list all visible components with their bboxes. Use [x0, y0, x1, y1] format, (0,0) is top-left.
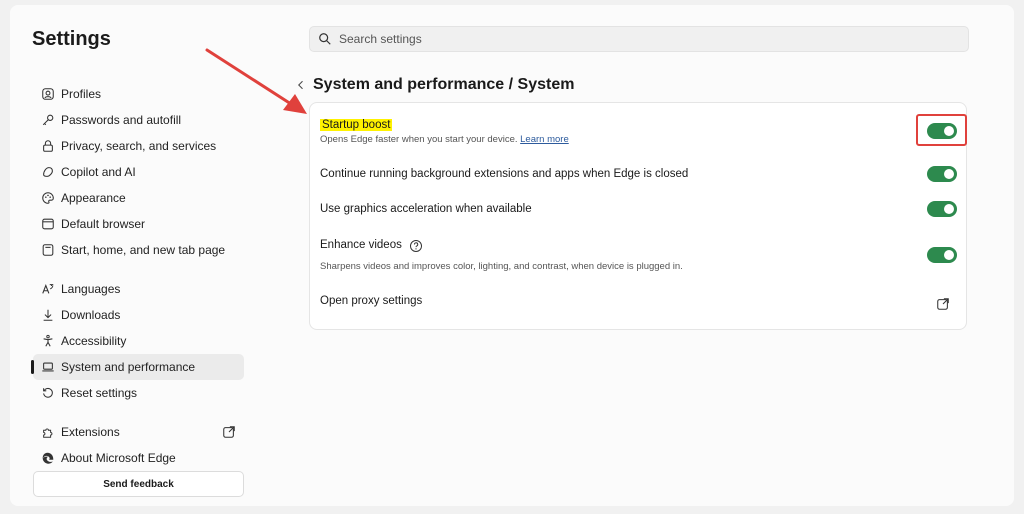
sidebar-item-privacy[interactable]: Privacy, search, and services: [33, 133, 244, 159]
download-icon: [41, 308, 55, 322]
graphics-acceleration-toggle[interactable]: [927, 201, 957, 217]
setting-label-startup-boost: Startup boost: [320, 119, 393, 131]
languages-icon: [41, 282, 55, 296]
setting-row-graphics-acceleration: Use graphics acceleration when available: [310, 191, 966, 227]
learn-more-link[interactable]: Learn more: [520, 134, 569, 145]
setting-label: Enhance videos: [320, 239, 402, 251]
sidebar-item-about[interactable]: About Microsoft Edge: [33, 445, 244, 471]
breadcrumb: System and performance / System: [293, 76, 574, 94]
reset-icon: [41, 386, 55, 400]
setting-row-enhance-videos: Enhance videos Sharpens videos and impro…: [310, 227, 966, 277]
sidebar-item-default-browser[interactable]: Default browser: [33, 211, 244, 237]
sidebar-item-label: Profiles: [61, 87, 102, 101]
sidebar-item-label: Extensions: [61, 425, 120, 439]
edge-icon: [41, 451, 55, 465]
sidebar-item-appearance[interactable]: Appearance: [33, 185, 244, 211]
enhance-videos-toggle[interactable]: [927, 247, 957, 263]
setting-row-startup-boost: Startup boost Opens Edge faster when you…: [310, 103, 966, 155]
search-icon: [319, 33, 331, 45]
sidebar-item-label: System and performance: [61, 360, 196, 374]
setting-description: Opens Edge faster when you start your de…: [320, 134, 518, 145]
help-icon[interactable]: [409, 239, 423, 253]
setting-label: Open proxy settings: [320, 295, 423, 307]
sidebar-item-start-home[interactable]: Start, home, and new tab page: [33, 237, 244, 263]
search-placeholder: Search settings: [339, 32, 422, 46]
breadcrumb-title: System and performance / System: [313, 76, 575, 93]
sidebar-item-label: Privacy, search, and services: [61, 139, 217, 153]
sidebar-item-label: About Microsoft Edge: [61, 451, 176, 465]
sidebar-item-accessibility[interactable]: Accessibility: [33, 328, 244, 354]
external-link-icon[interactable]: [936, 297, 950, 311]
sidebar-item-reset[interactable]: Reset settings: [33, 380, 244, 406]
background-extensions-toggle[interactable]: [927, 166, 957, 182]
send-feedback-button[interactable]: Send feedback: [33, 471, 244, 497]
setting-label: Use graphics acceleration when available: [320, 203, 532, 215]
palette-icon: [41, 191, 55, 205]
extensions-icon: [41, 425, 55, 439]
sidebar-item-label: Downloads: [61, 308, 121, 322]
browser-icon: [41, 217, 55, 231]
sidebar-item-label: Accessibility: [61, 334, 127, 348]
newtab-icon: [41, 243, 55, 257]
copilot-icon: [41, 165, 55, 179]
key-icon: [41, 113, 55, 127]
accessibility-icon: [41, 334, 55, 348]
laptop-icon: [41, 360, 55, 374]
sidebar-item-label: Passwords and autofill: [61, 113, 182, 127]
toggle-highlight-box: [916, 114, 967, 146]
sidebar-item-system-performance[interactable]: System and performance: [31, 354, 244, 380]
sidebar-item-label: Appearance: [61, 191, 126, 205]
external-link-icon: [223, 426, 235, 438]
setting-description: Sharpens videos and improves color, ligh…: [320, 261, 683, 272]
sidebar-item-label: Reset settings: [61, 386, 138, 400]
profile-icon: [41, 87, 55, 101]
setting-label: Continue running background extensions a…: [320, 168, 689, 180]
setting-row-background-extensions: Continue running background extensions a…: [310, 155, 966, 191]
sidebar-item-extensions[interactable]: Extensions: [33, 419, 244, 445]
sidebar-item-downloads[interactable]: Downloads: [33, 302, 244, 328]
sidebar-item-label: Languages: [61, 282, 121, 296]
setting-row-proxy[interactable]: Open proxy settings: [310, 277, 966, 331]
sidebar-item-label: Copilot and AI: [61, 165, 136, 179]
lock-icon: [41, 139, 55, 153]
sidebar: Profiles Passwords and autofill Privacy,…: [31, 81, 244, 471]
sidebar-item-label: Start, home, and new tab page: [61, 243, 226, 257]
sidebar-item-languages[interactable]: Languages: [33, 276, 244, 302]
search-input[interactable]: Search settings: [309, 26, 969, 52]
page-title: Settings: [32, 28, 111, 50]
annotation-arrow: [205, 48, 307, 114]
sidebar-item-copilot[interactable]: Copilot and AI: [33, 159, 244, 185]
sidebar-item-label: Default browser: [61, 217, 146, 231]
settings-card: Startup boost Opens Edge faster when you…: [309, 102, 967, 330]
